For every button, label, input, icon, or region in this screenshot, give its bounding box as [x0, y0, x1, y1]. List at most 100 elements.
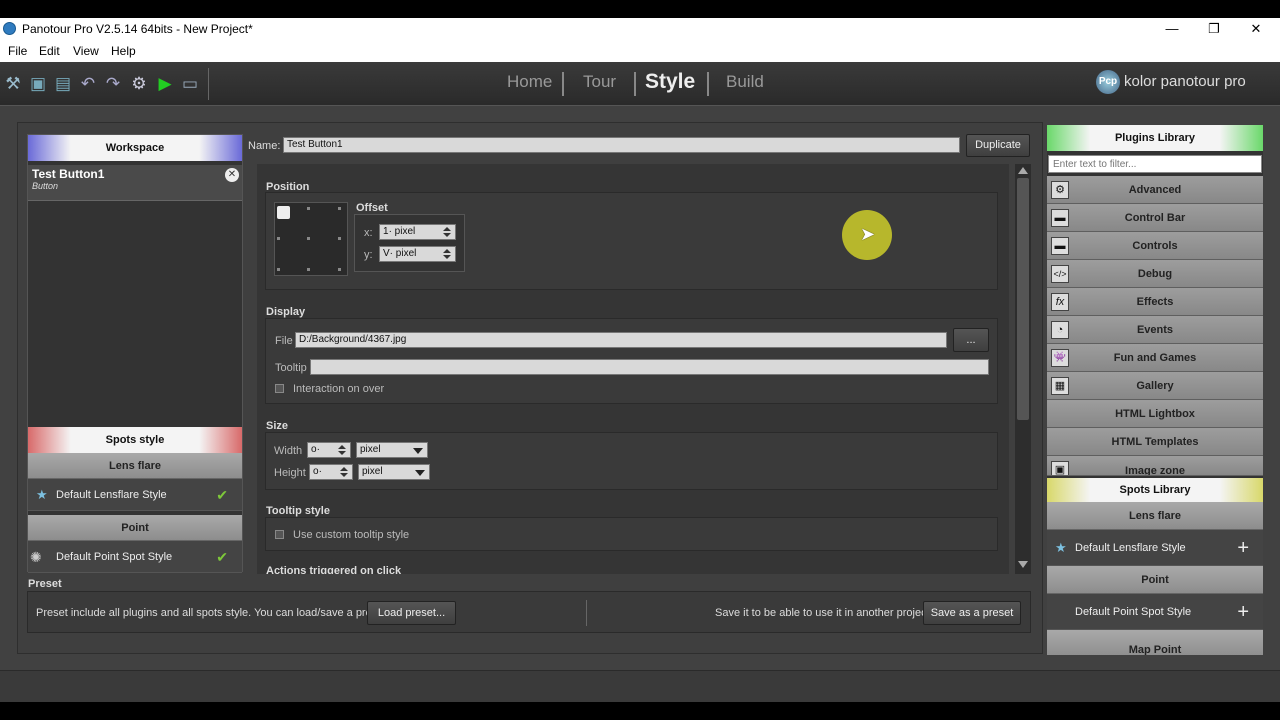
- save-preset-button[interactable]: Save as a preset: [923, 601, 1021, 625]
- library-lensflare-label: Default Lensflare Style: [1075, 542, 1186, 554]
- lensflare-style-item[interactable]: ★ Default Lensflare Style ✔: [28, 479, 242, 511]
- width-value: o: [311, 444, 317, 455]
- preset-divider: [586, 600, 587, 626]
- gallery-icon: ▦: [1051, 377, 1069, 395]
- scroll-up-icon[interactable]: [1018, 167, 1028, 174]
- library-lensflare-category[interactable]: Lens flare: [1047, 502, 1263, 530]
- properties-scrollbar[interactable]: [1015, 164, 1031, 574]
- load-preset-button[interactable]: Load preset...: [367, 601, 456, 625]
- workspace-header: Workspace: [28, 135, 242, 161]
- width-spinner[interactable]: o·: [307, 442, 351, 458]
- plugins-filter-input[interactable]: [1048, 155, 1262, 173]
- plugin-controls[interactable]: ▬ Controls: [1047, 232, 1263, 260]
- menu-view[interactable]: View: [73, 44, 99, 58]
- workspace-item[interactable]: Test Button1 Button ✕: [28, 165, 242, 201]
- minimize-icon[interactable]: —: [1152, 20, 1192, 38]
- actions-label: Actions triggered on click: [266, 565, 402, 574]
- plugin-gallery[interactable]: ▦ Gallery: [1047, 372, 1263, 400]
- events-icon: ◔: [1051, 321, 1069, 339]
- redo-icon[interactable]: ↷: [103, 74, 123, 94]
- add-icon[interactable]: +: [1237, 530, 1249, 566]
- interaction-checkbox[interactable]: [275, 384, 284, 393]
- tools-icon[interactable]: ⚒: [3, 74, 23, 94]
- plugin-control-bar[interactable]: ▬ Control Bar: [1047, 204, 1263, 232]
- library-point-item[interactable]: Default Point Spot Style +: [1047, 594, 1263, 630]
- nav-build[interactable]: Build: [726, 72, 764, 92]
- play-icon[interactable]: ▶: [155, 74, 175, 94]
- display-label: Display: [266, 306, 306, 318]
- menu-file[interactable]: File: [8, 44, 27, 58]
- add-icon[interactable]: +: [1237, 594, 1249, 630]
- nav-separator: [707, 72, 709, 96]
- file-label: File: [275, 335, 293, 347]
- anchor-dot[interactable]: [277, 268, 280, 271]
- anchor-dot[interactable]: [307, 207, 310, 210]
- height-spinner[interactable]: o·: [309, 464, 353, 480]
- scroll-thumb[interactable]: [1017, 178, 1029, 420]
- settings-icon[interactable]: ⚙: [129, 74, 149, 94]
- height-unit-select[interactable]: pixel: [358, 464, 430, 480]
- nav-tour[interactable]: Tour: [583, 72, 616, 92]
- image-zone-icon: ▣: [1051, 461, 1069, 475]
- tooltip-input[interactable]: [310, 359, 989, 375]
- menu-help[interactable]: Help: [111, 44, 136, 58]
- plugin-events[interactable]: ◔ Events: [1047, 316, 1263, 344]
- anchor-dot[interactable]: [338, 207, 341, 210]
- plugin-label: Controls: [1132, 240, 1178, 252]
- nav-separator: [634, 72, 636, 96]
- app-icon: [3, 22, 16, 35]
- custom-tooltip-checkbox[interactable]: [275, 530, 284, 539]
- browse-file-button[interactable]: ...: [953, 328, 989, 352]
- plugin-advanced[interactable]: ⚙ Advanced: [1047, 176, 1263, 204]
- offset-x-spinner[interactable]: 1· pixel: [379, 224, 456, 240]
- plugin-fun-and-games[interactable]: 👾 Fun and Games: [1047, 344, 1263, 372]
- close-window-icon[interactable]: ✕: [1236, 20, 1276, 38]
- tooltip-style-label: Tooltip style: [266, 505, 330, 517]
- right-panel: Plugins Library ⚙ Advanced ▬ Control Bar ▬…: [1047, 125, 1263, 655]
- plugin-debug[interactable]: </> Debug: [1047, 260, 1263, 288]
- bottom-letterbox: [0, 702, 1280, 720]
- plugin-effects[interactable]: fx Effects: [1047, 288, 1263, 316]
- file-input[interactable]: D:/Background/4367.jpg: [295, 332, 947, 348]
- plugin-label: HTML Lightbox: [1115, 408, 1195, 420]
- name-label: Name:: [248, 140, 281, 152]
- remove-item-icon[interactable]: ✕: [225, 168, 239, 182]
- y-label: y:: [364, 249, 373, 261]
- lensflare-style-label: Default Lensflare Style: [56, 489, 167, 501]
- save-as-icon[interactable]: ▤: [53, 74, 73, 94]
- star-icon: ★: [36, 487, 48, 502]
- plugin-html-lightbox[interactable]: HTML Lightbox: [1047, 400, 1263, 428]
- anchor-dot[interactable]: [307, 237, 310, 240]
- nav-home[interactable]: Home: [507, 72, 552, 92]
- duplicate-button[interactable]: Duplicate: [966, 134, 1030, 157]
- library-point-category[interactable]: Point: [1047, 566, 1263, 594]
- anchor-dot[interactable]: [338, 268, 341, 271]
- spots-style-section: Spots style Lens flare ★ Default Lensfla…: [28, 427, 242, 573]
- library-mappoint-category[interactable]: Map Point: [1047, 630, 1263, 655]
- anchor-selected[interactable]: [277, 206, 290, 219]
- star-icon: ★: [1055, 540, 1067, 555]
- offset-y-spinner[interactable]: V· pixel: [379, 246, 456, 262]
- anchor-dot[interactable]: [338, 237, 341, 240]
- scroll-down-icon[interactable]: [1018, 561, 1028, 568]
- anchor-dot[interactable]: [277, 237, 280, 240]
- plugin-html-templates[interactable]: HTML Templates: [1047, 428, 1263, 456]
- spots-library-header: Spots Library: [1047, 478, 1263, 502]
- save-icon[interactable]: ▣: [28, 74, 48, 94]
- menu-edit[interactable]: Edit: [39, 44, 60, 58]
- maximize-icon[interactable]: ❐: [1194, 20, 1234, 38]
- point-style-item[interactable]: ✺ Default Point Spot Style ✔: [28, 541, 242, 573]
- folder-icon[interactable]: ▭: [180, 74, 200, 94]
- anchor-grid[interactable]: [274, 202, 348, 276]
- properties-scroll-area: Position Offset x: 1· pixel y: V· pixel …: [257, 164, 1009, 574]
- library-lensflare-item[interactable]: ★ Default Lensflare Style +: [1047, 530, 1263, 566]
- lensflare-category[interactable]: Lens flare: [28, 453, 242, 479]
- anchor-dot[interactable]: [307, 268, 310, 271]
- name-input[interactable]: Test Button1: [283, 137, 960, 153]
- plugin-image-zone[interactable]: ▣ Image zone: [1047, 456, 1263, 476]
- width-unit-select[interactable]: pixel: [356, 442, 428, 458]
- undo-icon[interactable]: ↶: [78, 74, 98, 94]
- point-category[interactable]: Point: [28, 515, 242, 541]
- nav-style[interactable]: Style: [645, 70, 695, 94]
- window-title: Panotour Pro V2.5.14 64bits - New Projec…: [22, 22, 253, 36]
